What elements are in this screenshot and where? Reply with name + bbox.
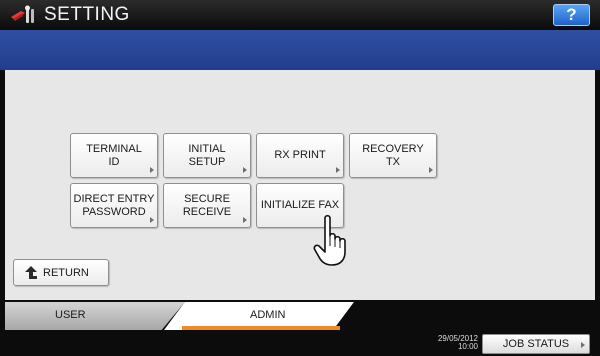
button-label: TERMINAL ID (86, 142, 142, 168)
chevron-right-icon (243, 167, 247, 173)
header-band (0, 30, 600, 70)
button-label: DIRECT ENTRY PASSWORD (73, 192, 155, 218)
return-button[interactable]: RETURN (13, 259, 109, 286)
secure-receive-button[interactable]: SECURE RECEIVE (163, 183, 251, 228)
tab-user-label: USER (55, 309, 86, 321)
date-time: 29/05/2012 10:00 (420, 335, 478, 351)
job-status-button[interactable]: JOB STATUS (482, 334, 590, 354)
button-label: SECURE RECEIVE (182, 192, 232, 218)
chevron-right-icon (150, 167, 154, 173)
button-label: INITIALIZE FAX (260, 199, 340, 211)
chevron-right-icon (336, 167, 340, 173)
return-arrow-icon (25, 266, 37, 279)
tab-user[interactable] (5, 302, 185, 330)
help-button[interactable]: ? (553, 4, 590, 26)
time-text: 10:00 (457, 342, 478, 351)
title-bar: SETTING ? (0, 0, 600, 30)
terminal-id-button[interactable]: TERMINAL ID (70, 133, 158, 178)
rx-print-button[interactable]: RX PRINT (256, 133, 344, 178)
button-label: RECOVERY TX (362, 142, 424, 168)
button-label: INITIAL SETUP (188, 142, 226, 168)
chevron-right-icon (150, 217, 154, 223)
initial-setup-button[interactable]: INITIAL SETUP (163, 133, 251, 178)
chevron-right-icon (243, 217, 247, 223)
page-title: SETTING (44, 4, 130, 25)
chevron-right-icon (581, 342, 585, 348)
button-label: RX PRINT (274, 149, 326, 161)
setting-tools-icon (11, 5, 34, 23)
setting-screen: SETTING ? TERMINAL ID INITIAL SETUP RX P… (0, 0, 600, 356)
hand-pointer-icon (313, 214, 346, 266)
tab-admin-label: ADMIN (250, 309, 286, 321)
job-status-label: JOB STATUS (502, 338, 570, 350)
direct-entry-password-button[interactable]: DIRECT ENTRY PASSWORD (70, 183, 158, 228)
chevron-right-icon (429, 167, 433, 173)
return-label: RETURN (43, 267, 89, 279)
recovery-tx-button[interactable]: RECOVERY TX (349, 133, 437, 178)
